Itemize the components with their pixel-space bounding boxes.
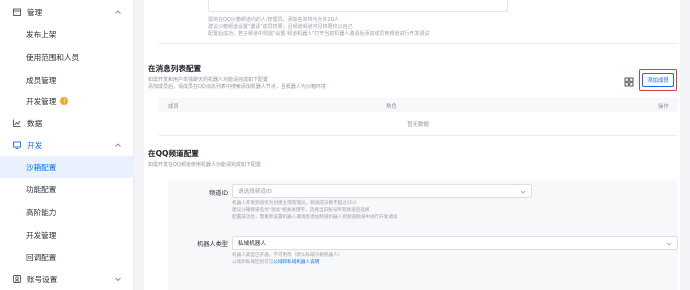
account-icon: [12, 274, 22, 284]
sidebar-group-account[interactable]: 账号设置: [0, 268, 134, 290]
message-list-desc: 添加成员后，请成员在QQ消息列表中搜索添加机器人节点，且机器人为沙箱环境: [148, 84, 326, 90]
sidebar-item-label: 高阶能力: [26, 207, 57, 217]
bot-type-value: 私域机器人: [238, 241, 266, 247]
sidebar: 管理 发布上架 使用范围和人员 成员管理 开发管理 ! 数据 开发 沙箱配置 功…: [0, 0, 134, 290]
add-member-button[interactable]: 添加成员: [642, 73, 674, 87]
sidebar-item-label: 沙箱配置: [26, 162, 57, 172]
channel-hint: 建议沙箱频道名为"测试"相关关键字，选择当前账号所有频道后选择: [232, 208, 370, 213]
sidebar-item-sandbox[interactable]: 沙箱配置: [0, 156, 134, 178]
hint-line: 配置后成功，若子频道中则需"设置-频道机器人"打开当前机器人邀请后添加成员到频道…: [208, 31, 430, 37]
sidebar-item-label: 开发管理: [26, 96, 57, 106]
member-table-header: 成员 角色 操作: [158, 98, 678, 112]
message-list-title: 在消息列表配置: [148, 64, 202, 73]
bot-type-hint: 机器人类型已开通，不可更改（默认私域沙箱机器人）: [232, 253, 343, 258]
sidebar-item-label: 账号设置: [27, 274, 58, 284]
sidebar-item-label: 成员管理: [26, 75, 57, 85]
sidebar-item-label: 管理: [27, 7, 43, 17]
column-header-action: 操作: [658, 104, 669, 110]
previous-input-field[interactable]: [208, 0, 508, 12]
chevron-down-icon: [114, 275, 122, 283]
sidebar-item-dev-manage[interactable]: 开发管理 !: [0, 90, 134, 112]
channel-id-label: 频道ID: [209, 190, 228, 197]
channel-hint: 机器人开发频道仅为创建主或管理员，频道成员数不超过20人: [232, 201, 358, 206]
hint-line: 需将在QQ沙箱频道内的人/管理员，添加名单将与允许20人: [208, 17, 339, 23]
sidebar-item-label: 回调配置: [26, 252, 57, 262]
sandbox-config-card: 需将在QQ沙箱频道内的人/管理员，添加名单将与允许20人 建议沙箱频道设置"邀请…: [144, 0, 680, 290]
sidebar-item-label: 发布上架: [26, 29, 57, 39]
sidebar-item-publish[interactable]: 发布上架: [0, 23, 134, 45]
column-header-role: 角色: [386, 104, 397, 110]
bot-type-link-row: 公域和私域区别可见公域和私域机器人说明: [232, 260, 319, 267]
sidebar-item-advanced[interactable]: 高阶能力: [0, 201, 134, 223]
highlight-box: 添加成员: [639, 69, 677, 91]
channel-id-placeholder: 请选择频道ID: [238, 189, 272, 195]
table-empty-state: 暂无数据: [158, 112, 678, 136]
chevron-up-icon: [114, 141, 122, 149]
bot-type-doc-link[interactable]: 公域和私域机器人说明: [273, 260, 319, 265]
sidebar-item-callback[interactable]: 回调配置: [0, 246, 134, 268]
sidebar-item-label: 开发: [27, 140, 43, 150]
qq-channel-form: 频道ID 请选择频道ID 机器人开发频道仅为创建主或管理员，频道成员数不超过20…: [168, 180, 678, 290]
qq-channel-desc: 如需开发在QQ频道使用机器人功能请完成如下配置: [148, 162, 261, 168]
chevron-up-icon: [114, 8, 122, 16]
sidebar-group-develop[interactable]: 开发: [0, 134, 134, 156]
sidebar-item-label: 开发管理: [26, 230, 57, 240]
sidebar-item-label: 使用范围和人员: [26, 52, 80, 62]
box-icon: [12, 7, 22, 17]
sidebar-item-scope[interactable]: 使用范围和人员: [0, 46, 134, 68]
sidebar-item-label: 数据: [27, 118, 43, 128]
chevron-down-icon: [520, 189, 526, 195]
hint-line: 建议沙箱频道设置"邀请"成员权限，且频道频道可见权限仅以自己: [208, 24, 353, 30]
chart-icon: [12, 118, 22, 128]
chevron-down-icon: [666, 241, 672, 247]
monitor-icon: [12, 140, 22, 150]
warning-badge: !: [60, 97, 69, 105]
column-header-member: 成员: [168, 104, 179, 110]
channel-hint: 配置成功后，需重新设置机器人邀请后添加频道机器人到频道频道中进行开发调试: [232, 215, 398, 220]
channel-id-select[interactable]: 请选择频道ID: [232, 184, 532, 198]
sidebar-item-label: 功能配置: [26, 184, 57, 194]
bot-type-label: 机器人类型: [197, 241, 228, 248]
main-content: 需将在QQ沙箱频道内的人/管理员，添加名单将与允许20人 建议沙箱频道设置"邀请…: [134, 0, 690, 290]
bot-type-link-prefix: 公域和私域区别可见: [232, 260, 274, 265]
sidebar-item-dev-manage-2[interactable]: 开发管理: [0, 224, 134, 246]
sidebar-group-manage[interactable]: 管理: [0, 1, 134, 23]
bot-type-select[interactable]: 私域机器人: [232, 236, 678, 250]
sidebar-group-data[interactable]: 数据: [0, 112, 134, 134]
sidebar-item-features[interactable]: 功能配置: [0, 178, 134, 200]
previous-section-hints: 需将在QQ沙箱频道内的人/管理员，添加名单将与允许20人 建议沙箱频道设置"邀请…: [158, 0, 678, 44]
qq-channel-title: 在QQ频道配置: [148, 149, 199, 158]
sidebar-item-members[interactable]: 成员管理: [0, 69, 134, 91]
grid-view-icon[interactable]: [622, 75, 636, 89]
